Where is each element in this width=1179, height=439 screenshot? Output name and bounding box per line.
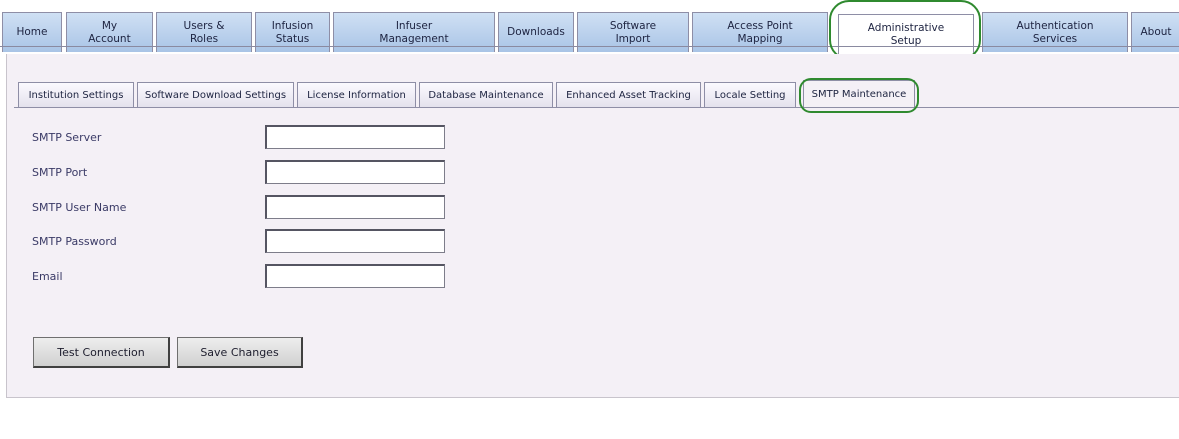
smtp-server-label: SMTP Server — [32, 131, 102, 144]
smtp-port-input[interactable] — [265, 160, 445, 184]
smtp-user-name-label: SMTP User Name — [32, 201, 127, 214]
subtab-software-download-settings[interactable]: Software Download Settings — [137, 82, 294, 108]
smtp-server-input[interactable] — [265, 125, 445, 149]
subtab-locale-setting[interactable]: Locale Setting — [704, 82, 796, 108]
subtab-smtp-maintenance[interactable]: SMTP Maintenance — [803, 80, 915, 108]
nav-tab-administrative-setup[interactable]: Administrative Setup — [838, 14, 974, 54]
smtp-password-input[interactable] — [265, 229, 445, 253]
main-navigation: Home My Account Users & Roles Infusion S… — [0, 8, 1179, 54]
smtp-port-label: SMTP Port — [32, 166, 88, 179]
smtp-password-label: SMTP Password — [32, 235, 117, 248]
save-changes-button[interactable]: Save Changes — [177, 337, 303, 368]
nav-divider — [0, 46, 1179, 47]
email-input[interactable] — [265, 264, 445, 288]
subtab-license-information[interactable]: License Information — [297, 82, 416, 108]
subtab-institution-settings[interactable]: Institution Settings — [18, 82, 134, 108]
test-connection-button[interactable]: Test Connection — [33, 337, 170, 368]
subtab-enhanced-asset-tracking[interactable]: Enhanced Asset Tracking — [556, 82, 701, 108]
subtab-database-maintenance[interactable]: Database Maintenance — [419, 82, 553, 108]
email-label: Email — [32, 270, 63, 283]
smtp-user-name-input[interactable] — [265, 195, 445, 219]
subtab-divider — [14, 107, 1179, 108]
